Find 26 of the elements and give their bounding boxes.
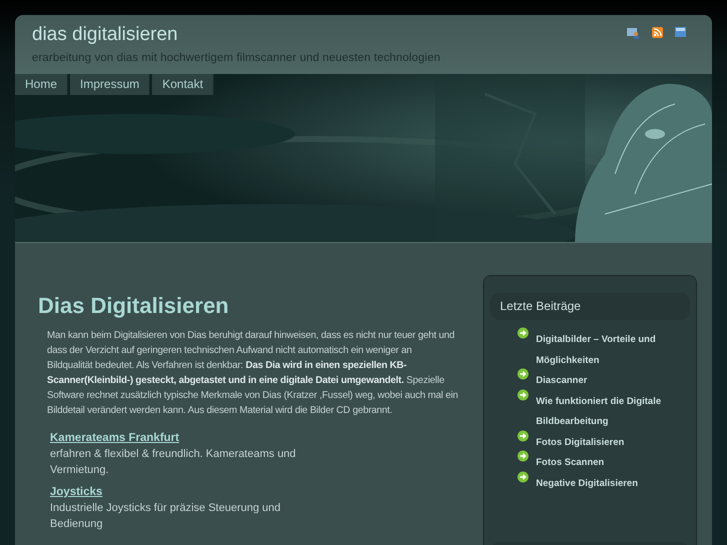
arrow-bullet-icon bbox=[517, 470, 529, 482]
post-link[interactable]: Diascanner bbox=[536, 371, 671, 392]
ad-link[interactable]: Joysticks bbox=[50, 486, 102, 498]
ad-link[interactable]: Kamerateams Frankfurt bbox=[50, 432, 180, 444]
post-link[interactable]: Fotos Digitalisieren bbox=[536, 432, 671, 453]
nav-link[interactable]: Kontakt bbox=[152, 74, 214, 95]
sidebar-heading: Letzte Beiträge bbox=[490, 293, 690, 320]
nav-link[interactable]: Home bbox=[15, 74, 68, 95]
arrow-bullet-icon bbox=[517, 450, 529, 462]
nav-link[interactable]: Impressum bbox=[70, 74, 150, 95]
site-title[interactable]: dias digitalisieren bbox=[32, 24, 440, 46]
post-link[interactable]: Negative Digitalisieren bbox=[536, 474, 671, 494]
arrow-bullet-icon bbox=[517, 327, 529, 339]
rss-icon[interactable] bbox=[652, 27, 663, 38]
arrow-bullet-icon bbox=[517, 430, 529, 442]
ad-text: Industrielle Joysticks für präzise Steuerung und Bedienung bbox=[50, 501, 282, 532]
post-link[interactable]: Digitalbilder – Vorteile und Möglichkeiten bbox=[536, 330, 671, 371]
window-icon[interactable] bbox=[675, 27, 686, 37]
user-profile-icon[interactable] bbox=[627, 27, 640, 39]
ad-text: erfahren & flexibel & freundlich. Kamerateams und Vermietung. bbox=[50, 447, 297, 478]
arrow-bullet-icon bbox=[517, 388, 529, 400]
article-title: Dias Digitalisieren bbox=[38, 293, 230, 319]
post-link[interactable]: Fotos Scannen bbox=[536, 453, 671, 474]
article-text: Man kann beim Digitalisieren von Dias beruhigt darauf hinweisen, dass es nicht nur teuer geht und dass der Verzicht auf geringeren technischen Aufwand nicht automatisch ein weniger an Bildqualität bedeutet. Als Verfahren ist denkbar: Das Dia wird in einen speziellen KB-Scanner(Kleinbild-) gesteckt, abgetastet und in eine digitale Datei umgewandelt. Spezielle Software rechnet zusätzlich typische Merkmale von Dias (Kratzer ,Fussel) weg, wobei auch mal ein Bilddetail verändert werden kann. Aus diesem Material wird die Bilder CD gebrannt. bbox=[47, 329, 459, 418]
post-link[interactable]: Wie funktioniert die Digitale Bildbearbeitung bbox=[536, 392, 671, 432]
arrow-bullet-icon bbox=[517, 368, 529, 380]
